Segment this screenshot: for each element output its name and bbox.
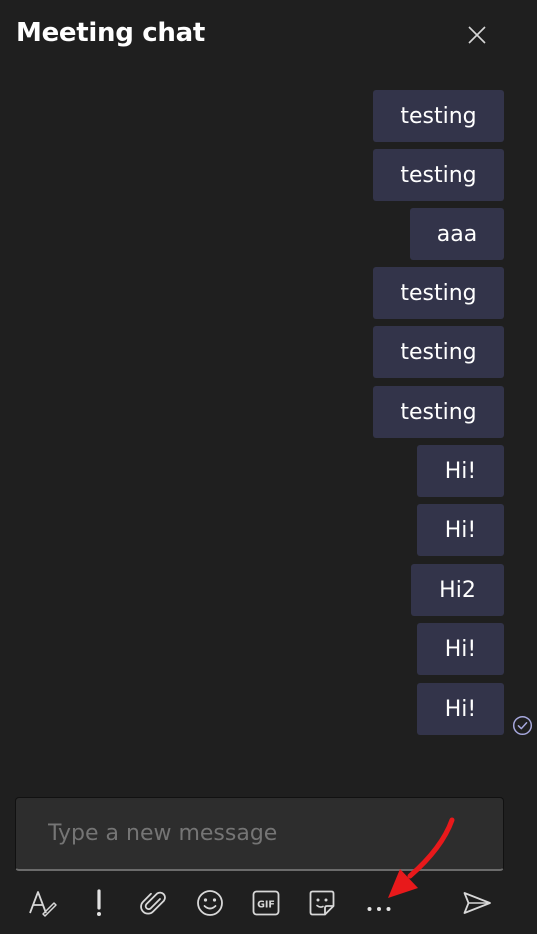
message-bubble[interactable]: testing — [373, 326, 504, 378]
message-bubble[interactable]: testing — [373, 90, 504, 142]
emoji-button[interactable] — [193, 886, 227, 920]
gif-icon: GIF — [252, 890, 280, 916]
message-bubble[interactable]: Hi! — [417, 683, 504, 735]
compose-toolbar: GIF — [0, 880, 537, 926]
important-icon — [97, 889, 101, 916]
page-title: Meeting chat — [16, 18, 205, 48]
message-bubble[interactable]: Hi! — [417, 445, 504, 497]
read-receipt-icon — [512, 715, 533, 736]
message-bubble[interactable]: testing — [373, 149, 504, 201]
emoji-icon — [197, 890, 223, 916]
format-button[interactable] — [25, 886, 59, 920]
important-button[interactable] — [82, 886, 116, 920]
message-bubble[interactable]: aaa — [410, 208, 504, 260]
attach-icon — [140, 891, 166, 915]
message-bubble[interactable]: testing — [373, 267, 504, 319]
send-icon — [463, 892, 491, 914]
message-input[interactable] — [46, 820, 490, 847]
message-bubble[interactable]: Hi! — [417, 623, 504, 675]
message-bubble[interactable]: Hi2 — [411, 564, 504, 616]
chat-header: Meeting chat — [0, 0, 537, 80]
send-button[interactable] — [460, 886, 494, 920]
gif-button[interactable]: GIF — [249, 886, 283, 920]
more-options-icon — [367, 907, 391, 911]
message-bubble[interactable]: Hi! — [417, 504, 504, 556]
message-bubble[interactable]: testing — [373, 386, 504, 438]
attach-button[interactable] — [137, 886, 171, 920]
close-button[interactable] — [462, 20, 492, 50]
more-options-button[interactable] — [362, 886, 396, 920]
compose-box[interactable] — [15, 797, 504, 871]
sticker-button[interactable] — [305, 886, 339, 920]
message-list: testing testing aaa testing testing test… — [0, 90, 537, 780]
close-icon — [468, 26, 486, 44]
gif-label: GIF — [257, 900, 275, 911]
sticker-icon — [309, 890, 335, 916]
format-icon — [29, 891, 57, 917]
